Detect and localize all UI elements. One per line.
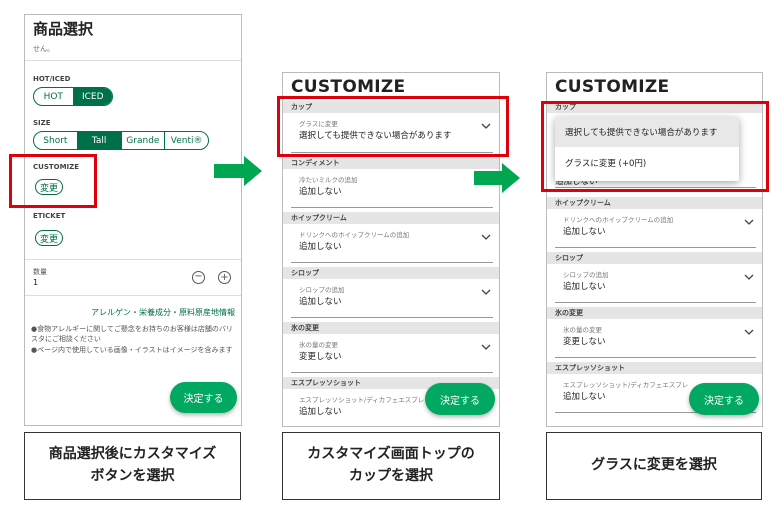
eticket-change-button[interactable]: 変更 bbox=[35, 230, 63, 246]
whip-section-header: ホイップクリーム bbox=[283, 212, 499, 224]
caption-text: グラスに変更を選択 bbox=[591, 457, 717, 474]
chevron-down-icon bbox=[744, 274, 754, 280]
milk-value: 追加しない bbox=[299, 187, 342, 197]
ice-label: 氷の量の変更 bbox=[563, 326, 602, 334]
size-short[interactable]: Short bbox=[34, 132, 78, 149]
caption-text: 商品選択後にカスタマイズボタンを選択 bbox=[48, 446, 217, 484]
whip-select[interactable]: ドリンクへのホイップクリームの追加 追加しない bbox=[555, 209, 756, 248]
condiment-section-header: コンディメント bbox=[283, 157, 499, 169]
cup-highlight bbox=[277, 96, 509, 157]
size-tall[interactable]: Tall bbox=[77, 132, 122, 149]
arrow-right-icon bbox=[214, 156, 262, 186]
hot-option[interactable]: HOT bbox=[34, 88, 74, 105]
whip-select[interactable]: ドリンクへのホイップクリームの追加 追加しない bbox=[291, 224, 493, 263]
plus-icon: + bbox=[220, 272, 229, 283]
syrup-value: 追加しない bbox=[299, 297, 342, 307]
syrup-section-header: シロップ bbox=[283, 267, 499, 279]
whip-value: 追加しない bbox=[563, 227, 606, 237]
whip-label: ドリンクへのホイップクリームの追加 bbox=[299, 231, 410, 239]
page-title: 商品選択 bbox=[33, 20, 94, 38]
caption-step-1: 商品選択後にカスタマイズボタンを選択 bbox=[24, 432, 241, 500]
chevron-down-icon bbox=[481, 289, 491, 295]
syrup-section-header: シロップ bbox=[547, 252, 762, 264]
arrow-right-icon bbox=[474, 163, 520, 193]
decide-button[interactable]: 決定する bbox=[689, 383, 759, 415]
divider bbox=[25, 259, 241, 260]
hot-iced-toggle: HOT ICED bbox=[33, 87, 113, 106]
description-text: せん。 bbox=[33, 45, 54, 53]
ice-select[interactable]: 氷の量の変更 変更しない bbox=[291, 334, 493, 373]
quantity-minus-button[interactable]: − bbox=[192, 271, 205, 284]
chevron-down-icon bbox=[744, 329, 754, 335]
size-grande[interactable]: Grande bbox=[122, 132, 166, 149]
quantity-value: 1 bbox=[33, 278, 39, 287]
espresso-section-header: エスプレッソショット bbox=[547, 362, 762, 374]
ice-section-header: 氷の変更 bbox=[283, 322, 499, 334]
size-label: SIZE bbox=[33, 119, 51, 127]
ice-value: 変更しない bbox=[299, 352, 342, 362]
allergy-note: ●食物アレルギーに関してご懸念をお持ちのお客様は店舗のバリスタにご相談ください bbox=[31, 325, 233, 343]
quantity-label: 数量 bbox=[33, 268, 47, 276]
milk-select[interactable]: 冷たいミルクの追加 追加しない bbox=[291, 169, 493, 208]
decide-button[interactable]: 決定する bbox=[170, 382, 237, 413]
divider bbox=[25, 295, 241, 296]
chevron-down-icon bbox=[481, 234, 491, 240]
size-venti[interactable]: Venti® bbox=[165, 132, 208, 149]
whip-value: 追加しない bbox=[299, 242, 342, 252]
minus-icon: − bbox=[194, 271, 203, 282]
image-note: ●ページ内で使用している画像・イラストはイメージを含みます bbox=[31, 346, 233, 354]
syrup-select[interactable]: シロップの追加 追加しない bbox=[291, 279, 493, 318]
iced-option[interactable]: ICED bbox=[73, 88, 112, 105]
quantity-plus-button[interactable]: + bbox=[218, 271, 231, 284]
syrup-value: 追加しない bbox=[563, 282, 606, 292]
customize-highlight bbox=[9, 154, 97, 208]
chevron-down-icon bbox=[744, 219, 754, 225]
glass-option-highlight bbox=[541, 101, 769, 192]
product-select-screen: 商品選択 せん。 HOT/ICED HOT ICED SIZE Short Ta… bbox=[24, 14, 242, 426]
customize-title: CUSTOMIZE bbox=[291, 77, 406, 97]
whip-section-header: ホイップクリーム bbox=[547, 197, 762, 209]
syrup-label: シロップの追加 bbox=[563, 271, 609, 279]
chevron-down-icon bbox=[481, 344, 491, 350]
milk-label: 冷たいミルクの追加 bbox=[299, 176, 358, 184]
syrup-select[interactable]: シロップの追加 追加しない bbox=[555, 264, 756, 303]
caption-step-2: カスタマイズ画面トップのカップを選択 bbox=[282, 432, 500, 500]
caption-step-3: グラスに変更を選択 bbox=[546, 432, 762, 500]
caption-text: カスタマイズ画面トップのカップを選択 bbox=[307, 446, 475, 484]
ice-section-header: 氷の変更 bbox=[547, 307, 762, 319]
customize-title: CUSTOMIZE bbox=[555, 77, 670, 97]
eticket-label: ETICKET bbox=[33, 212, 66, 220]
ice-value: 変更しない bbox=[563, 337, 606, 347]
ice-select[interactable]: 氷の量の変更 変更しない bbox=[555, 319, 756, 358]
whip-label: ドリンクへのホイップクリームの追加 bbox=[563, 216, 674, 224]
syrup-label: シロップの追加 bbox=[299, 286, 345, 294]
divider bbox=[25, 60, 241, 61]
decide-button[interactable]: 決定する bbox=[425, 383, 495, 415]
hot-iced-label: HOT/ICED bbox=[33, 75, 71, 83]
allergen-link[interactable]: アレルゲン・栄養成分・原料原産地情報 bbox=[91, 307, 235, 318]
size-selector: Short Tall Grande Venti® bbox=[33, 131, 209, 150]
ice-label: 氷の量の変更 bbox=[299, 341, 338, 349]
